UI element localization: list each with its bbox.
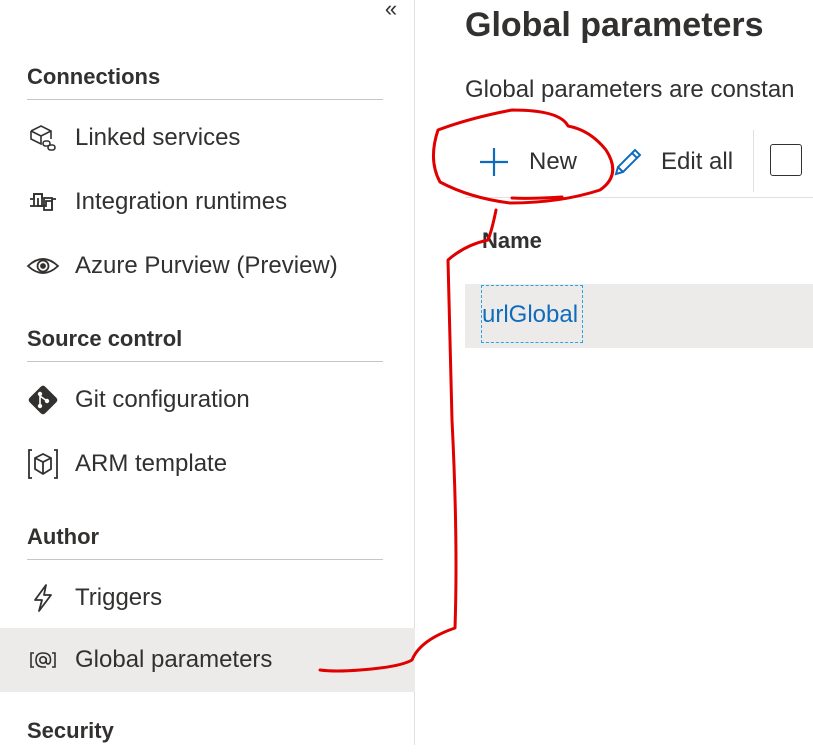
- toolbar: New Edit all: [465, 128, 813, 198]
- section-header-author: Author: [27, 522, 383, 560]
- sidebar-item-label: Global parameters: [75, 646, 273, 673]
- table-row[interactable]: urlGlobal: [465, 284, 813, 348]
- linked-services-icon: [26, 121, 60, 155]
- pencil-icon: [611, 145, 645, 179]
- lightning-icon: [26, 581, 60, 615]
- select-checkbox[interactable]: [770, 144, 802, 176]
- page-title: Global parameters: [465, 6, 764, 44]
- git-icon: [26, 383, 60, 417]
- toolbar-divider: [753, 130, 754, 192]
- column-header-name[interactable]: Name: [482, 228, 542, 254]
- sidebar-item-label: Git configuration: [75, 386, 250, 413]
- sidebar-item-triggers[interactable]: Triggers: [0, 566, 415, 630]
- integration-runtimes-icon: [26, 185, 60, 219]
- section-header-security: Security: [27, 718, 114, 743]
- arm-template-icon: [26, 447, 60, 481]
- edit-all-button[interactable]: Edit all: [611, 128, 733, 196]
- section-header-connections: Connections: [27, 62, 383, 100]
- sidebar-item-label: Azure Purview (Preview): [75, 252, 338, 279]
- sidebar-item-linked-services[interactable]: Linked services: [0, 106, 415, 170]
- plus-icon: [477, 145, 511, 179]
- sidebar-item-label: Integration runtimes: [75, 188, 288, 215]
- sidebar-item-integration-runtimes[interactable]: Integration runtimes: [0, 170, 415, 234]
- sidebar-item-global-parameters[interactable]: Global parameters: [0, 628, 415, 692]
- sidebar-item-azure-purview[interactable]: Azure Purview (Preview): [0, 234, 415, 298]
- settings-sidebar: « Connections Linked services Integratio…: [0, 0, 415, 745]
- edit-all-button-label: Edit all: [661, 148, 734, 175]
- sidebar-item-label: ARM template: [75, 450, 228, 477]
- new-button[interactable]: New: [477, 128, 577, 196]
- page-description: Global parameters are constan: [465, 76, 795, 103]
- eye-icon: [26, 249, 60, 283]
- sidebar-item-git-configuration[interactable]: Git configuration: [0, 368, 415, 432]
- main-panel: Global parameters Global parameters are …: [416, 0, 813, 745]
- sidebar-item-arm-template[interactable]: ARM template: [0, 432, 415, 496]
- collapse-sidebar-icon[interactable]: «: [378, 0, 404, 20]
- sidebar-item-label: Triggers: [75, 584, 163, 611]
- section-header-source-control: Source control: [27, 324, 383, 362]
- new-button-label: New: [529, 148, 578, 175]
- sidebar-item-label: Linked services: [75, 124, 241, 151]
- parameter-name-link[interactable]: urlGlobal: [481, 285, 583, 343]
- global-parameters-icon: [26, 643, 60, 677]
